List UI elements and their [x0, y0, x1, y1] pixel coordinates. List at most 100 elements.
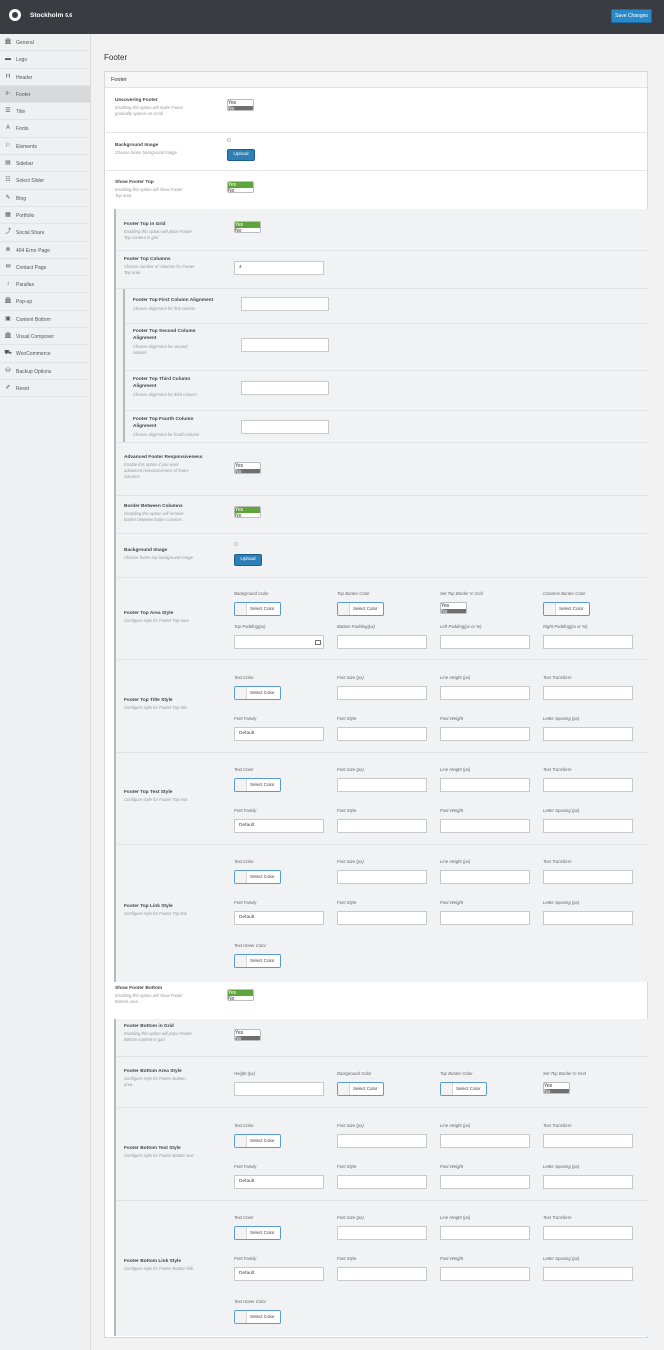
advanced-responsiveness-toggle[interactable]: Yes No	[234, 462, 261, 474]
bottom-link-font-style-select[interactable]	[337, 1267, 427, 1281]
sidebar-item-elements[interactable]: ⚐ Elements	[0, 138, 90, 156]
option-description: Top content in grid	[124, 234, 159, 240]
footer-bottom-grid-toggle[interactable]: Yes No	[234, 1029, 261, 1041]
sidebar-item-footer[interactable]: ⊩ Footer	[0, 85, 90, 104]
top-link-font-size-input[interactable]	[337, 870, 427, 884]
top-title-line-height-input[interactable]	[440, 686, 530, 700]
bottom-link-line-height-input[interactable]	[440, 1226, 530, 1240]
top-title-text-color-picker[interactable]: Select Color	[234, 686, 281, 700]
sidebar-item-select-slider[interactable]: ☷ Select Slider	[0, 172, 90, 190]
sidebar-item-visual-composer[interactable]: 🏛 Visual Composer	[0, 328, 90, 346]
bottom-link-font-weight-select[interactable]	[440, 1267, 530, 1281]
top-title-letter-spacing-input[interactable]	[543, 727, 633, 741]
top-title-font-size-input[interactable]	[337, 686, 427, 700]
top-text-font-size-input[interactable]	[337, 778, 427, 792]
columns-border-color-picker[interactable]: Select Color	[543, 602, 590, 616]
sidebar-item-404-error-page[interactable]: ⊗ 404 Error Page	[0, 242, 90, 259]
top-link-text-hover-color-picker[interactable]: Select Color	[234, 954, 281, 968]
upload-button[interactable]: Upload	[234, 554, 262, 566]
top-link-font-style-select[interactable]	[337, 911, 427, 925]
toggle-no[interactable]: No	[235, 228, 260, 232]
bottom-link-text-color-picker[interactable]: Select Color	[234, 1226, 281, 1240]
area-top-border-color-picker[interactable]: Select Color	[337, 602, 384, 616]
bottom-link-font-size-input[interactable]	[337, 1226, 427, 1240]
upload-button[interactable]: Upload	[227, 149, 255, 161]
area-background-color-picker[interactable]: Select Color	[234, 602, 281, 616]
top-link-text-transform-select[interactable]	[543, 870, 633, 884]
sidebar-item-general[interactable]: 🏛 General	[0, 34, 90, 52]
sidebar-item-blog[interactable]: ✎ Blog	[0, 190, 90, 207]
sidebar-item-social-share[interactable]: ⤴ Social Share	[0, 224, 90, 242]
footer-top-grid-toggle[interactable]: Yes No	[234, 221, 261, 233]
sidebar-item-title[interactable]: ☰ Title	[0, 103, 90, 121]
bottom-link-text-transform-select[interactable]	[543, 1226, 633, 1240]
bottom-padding-input[interactable]	[337, 635, 427, 649]
top-link-text-color-picker[interactable]: Select Color	[234, 870, 281, 884]
fourth-column-alignment-select[interactable]	[241, 420, 329, 434]
top-text-text-transform-select[interactable]	[543, 778, 633, 792]
top-text-font-style-select[interactable]	[337, 819, 427, 833]
border-between-columns-toggle[interactable]: Yes No	[234, 506, 261, 518]
uncovering-footer-toggle[interactable]: Yes No	[227, 99, 254, 111]
sidebar-item-header[interactable]: H Header	[0, 69, 90, 86]
bottom-top-border-grid-toggle[interactable]: Yes No	[543, 1082, 570, 1094]
bottom-link-text-hover-color-picker[interactable]: Select Color	[234, 1310, 281, 1324]
top-title-font-weight-select[interactable]	[440, 727, 530, 741]
top-text-letter-spacing-input[interactable]	[543, 819, 633, 833]
bottom-background-color-picker[interactable]: Select Color	[337, 1082, 384, 1096]
sidebar-item-woocommerce[interactable]: ⛟ WooCommerce	[0, 345, 90, 363]
top-link-line-height-input[interactable]	[440, 870, 530, 884]
top-title-font-family-select[interactable]: Default	[234, 727, 324, 741]
bottom-text-line-height-input[interactable]	[440, 1134, 530, 1148]
right-padding-input[interactable]	[543, 635, 633, 649]
sidebar-item-reset[interactable]: ✐ Reset	[0, 380, 90, 398]
sidebar-item-portfolio[interactable]: ▦ Portfolio	[0, 207, 90, 225]
bottom-text-font-family-select[interactable]: Default	[234, 1175, 324, 1189]
top-text-text-color-picker[interactable]: Select Color	[234, 778, 281, 792]
top-title-text-transform-select[interactable]	[543, 686, 633, 700]
sidebar-item-sidebar[interactable]: ▤ Sidebar	[0, 155, 90, 173]
toggle-no[interactable]: No	[544, 1089, 569, 1093]
top-link-font-weight-select[interactable]	[440, 911, 530, 925]
bottom-text-text-color-picker[interactable]: Select Color	[234, 1134, 281, 1148]
bottom-height-input[interactable]	[234, 1082, 324, 1096]
toggle-no[interactable]: No	[235, 1036, 260, 1040]
sidebar-item-backup-options[interactable]: ⛁ Backup Options	[0, 363, 90, 380]
show-footer-top-toggle[interactable]: Yes No	[227, 181, 254, 193]
top-title-font-style-select[interactable]	[337, 727, 427, 741]
toggle-no[interactable]: No	[441, 609, 466, 613]
toggle-no[interactable]: No	[235, 469, 260, 473]
toggle-no[interactable]: No	[228, 188, 253, 192]
sidebar-item-parallax[interactable]: ↕ Parallax	[0, 276, 90, 294]
top-padding-input[interactable]	[234, 635, 324, 649]
left-padding-input[interactable]	[440, 635, 530, 649]
top-text-font-family-select[interactable]: Default	[234, 819, 324, 833]
bottom-text-letter-spacing-input[interactable]	[543, 1175, 633, 1189]
top-text-font-weight-select[interactable]	[440, 819, 530, 833]
top-link-font-family-select[interactable]: Default	[234, 911, 324, 925]
second-column-alignment-select[interactable]	[241, 338, 329, 352]
toggle-no[interactable]: No	[235, 513, 260, 517]
sidebar-item-fonts[interactable]: A Fonts	[0, 120, 90, 138]
bottom-link-letter-spacing-input[interactable]	[543, 1267, 633, 1281]
first-column-alignment-select[interactable]	[241, 297, 329, 311]
save-changes-button[interactable]: Save Changes	[611, 9, 652, 23]
sidebar-item-contact-page[interactable]: ✉ Contact Page	[0, 259, 90, 277]
toggle-no[interactable]: No	[228, 996, 253, 1000]
bottom-text-font-weight-select[interactable]	[440, 1175, 530, 1189]
top-border-in-grid-toggle[interactable]: Yes No	[440, 602, 467, 614]
third-column-alignment-select[interactable]	[241, 381, 329, 395]
top-text-line-height-input[interactable]	[440, 778, 530, 792]
sidebar-item-content-bottom[interactable]: ▣ Content Bottom	[0, 311, 90, 329]
sidebar-item-logo[interactable]: ▬ Logo	[0, 51, 90, 69]
toggle-no[interactable]: No	[228, 106, 253, 110]
bottom-text-font-style-select[interactable]	[337, 1175, 427, 1189]
bottom-top-border-color-picker[interactable]: Select Color	[440, 1082, 487, 1096]
show-footer-bottom-toggle[interactable]: Yes No	[227, 989, 254, 1001]
footer-top-columns-select[interactable]: 4	[234, 261, 324, 275]
top-link-letter-spacing-input[interactable]	[543, 911, 633, 925]
bottom-link-font-family-select[interactable]: Default	[234, 1267, 324, 1281]
bottom-text-font-size-input[interactable]	[337, 1134, 427, 1148]
sidebar-item-pop-up[interactable]: 🏛 Pop-up	[0, 293, 90, 311]
bottom-text-text-transform-select[interactable]	[543, 1134, 633, 1148]
